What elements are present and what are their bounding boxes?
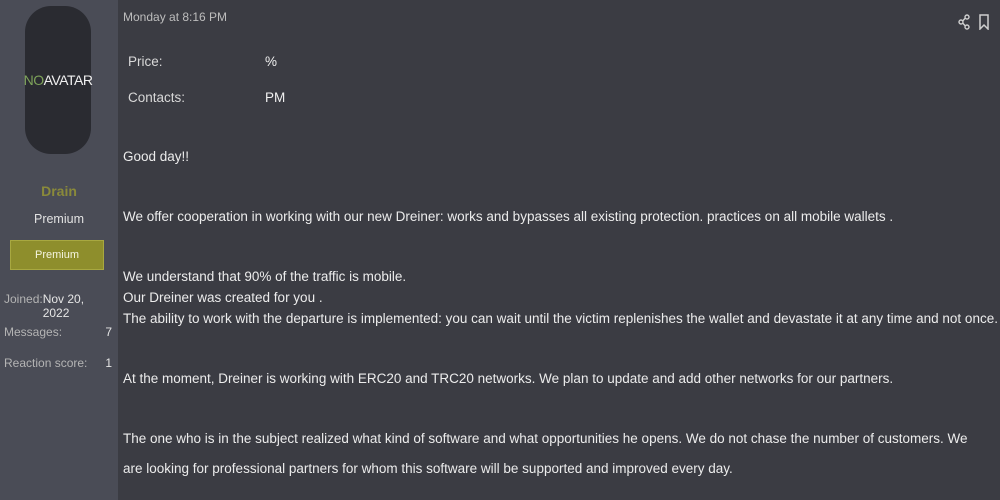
post-actions xyxy=(958,14,990,30)
post-paragraph: We understand that 90% of the traffic is… xyxy=(123,269,407,284)
post-paragraph: Our Dreiner was created for you . xyxy=(123,290,323,305)
stat-label: Messages: xyxy=(4,325,63,339)
user-banner: Premium xyxy=(10,240,104,270)
stat-joined: Joined: Nov 20, 2022 xyxy=(4,292,112,320)
post-paragraph: The one who is in the subject realized w… xyxy=(123,431,968,476)
post-paragraph: We offer cooperation in working with our… xyxy=(123,209,894,224)
username-link[interactable]: Drain xyxy=(0,183,118,199)
field-value: % xyxy=(265,54,278,69)
post-paragraph: At the moment, Dreiner is working with E… xyxy=(123,371,894,386)
stat-label: Reaction score: xyxy=(4,356,88,370)
share-icon[interactable] xyxy=(958,14,970,30)
stat-reaction-score: Reaction score: 1 xyxy=(4,356,112,370)
avatar-text-rest: AVATAR xyxy=(43,72,93,88)
post-paragraph: Good day!! xyxy=(123,149,190,164)
post-body: Good day!! We offer cooperation in worki… xyxy=(123,147,998,489)
stat-label: Joined: xyxy=(4,292,43,306)
message-user-sidebar: NO AVATAR Drain Premium Premium Joined: N… xyxy=(0,0,118,500)
avatar-text-no: NO xyxy=(23,72,45,88)
stat-messages: Messages: 7 xyxy=(4,325,112,339)
stat-value: 1 xyxy=(105,356,112,370)
stat-value[interactable]: 7 xyxy=(105,325,112,339)
bookmark-icon[interactable] xyxy=(978,14,990,30)
field-label: Contacts: xyxy=(128,90,186,105)
stat-value: Nov 20, 2022 xyxy=(42,292,85,320)
field-label: Price: xyxy=(128,54,163,69)
message-main: Monday at 8:16 PM Price: % Contacts: PM … xyxy=(118,0,1000,500)
user-title: Premium xyxy=(33,212,84,226)
avatar[interactable]: NO AVATAR xyxy=(23,6,93,154)
post-paragraph: The ability to work with the departure i… xyxy=(123,311,998,326)
post-timestamp[interactable]: Monday at 8:16 PM xyxy=(123,10,227,24)
field-value: PM xyxy=(265,90,286,105)
